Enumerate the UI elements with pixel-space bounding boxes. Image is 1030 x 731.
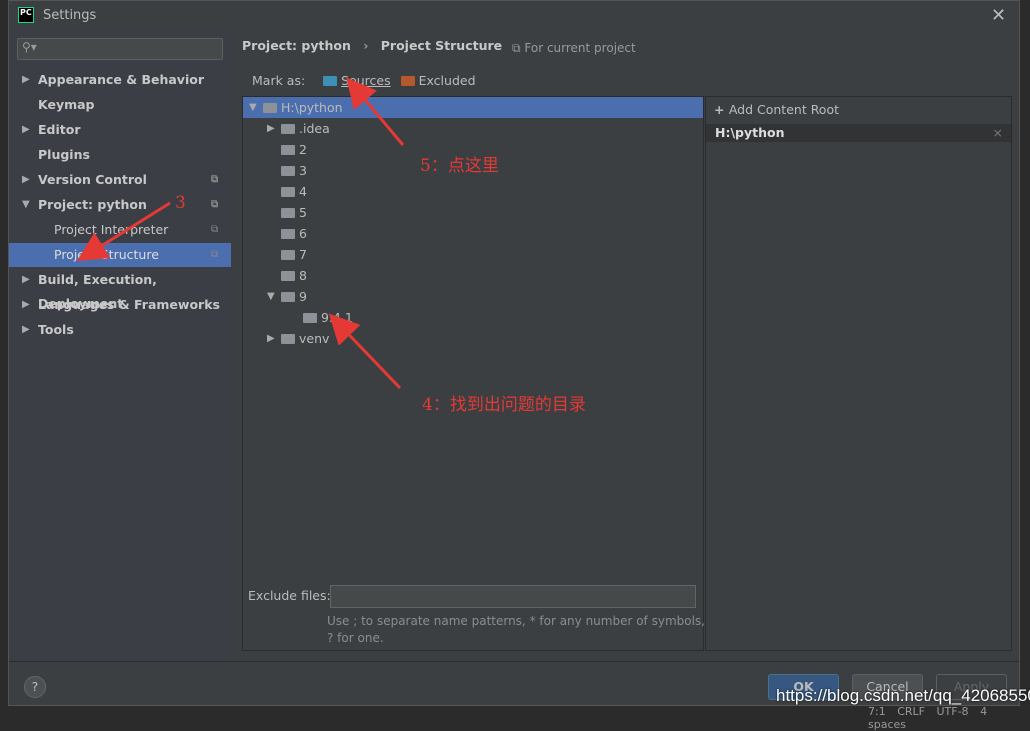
arrow-5 [346,77,405,146]
arrow-3 [76,201,171,262]
watermark: https://blog.csdn.net/qq_42068550 [776,686,1030,705]
arrow-4 [328,313,402,390]
annotation-5: 5：点这里 [420,156,499,176]
annotation-3: 3 [175,193,186,213]
annotation-arrows [76,77,405,390]
annotation-4: 4：找到出问题的目录 [422,395,586,415]
